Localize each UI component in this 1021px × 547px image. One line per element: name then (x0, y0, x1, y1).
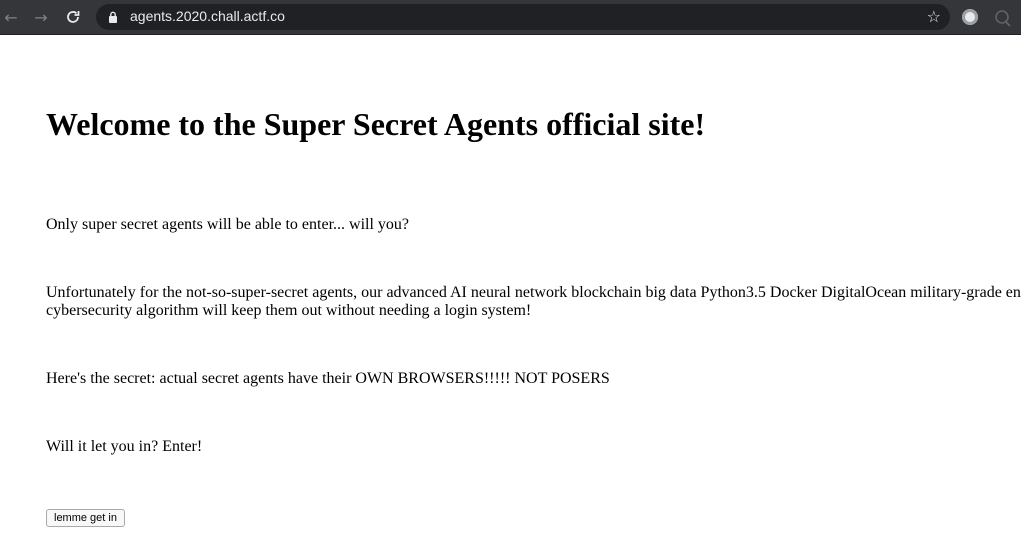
extension-icon[interactable] (962, 9, 978, 25)
page-content: Welcome to the Super Secret Agents offic… (0, 36, 1021, 547)
description-line-1: Unfortunately for the not-so-super-secre… (46, 284, 1021, 301)
forward-arrow-icon[interactable]: → (30, 6, 52, 28)
browser-toolbar: ← → agents.2020.chall.actf.co ☆ (0, 0, 1021, 35)
page-heading: Welcome to the Super Secret Agents offic… (46, 106, 706, 142)
enter-prompt: Will it let you in? Enter! (46, 438, 203, 455)
enter-button[interactable]: lemme get in (46, 509, 125, 527)
reload-icon-graphic (67, 11, 80, 23)
reload-icon[interactable] (62, 6, 84, 28)
profile-extension-icon[interactable] (994, 9, 1012, 27)
intro-paragraph: Only super secret agents will be able to… (46, 216, 410, 233)
bookmark-star-icon[interactable]: ☆ (927, 7, 941, 26)
address-bar[interactable]: agents.2020.chall.actf.co ☆ (96, 4, 950, 30)
url-text[interactable]: agents.2020.chall.actf.co (130, 8, 285, 24)
secret-paragraph: Here's the secret: actual secret agents … (46, 370, 610, 387)
back-arrow-icon[interactable]: ← (0, 6, 22, 28)
description-paragraph: Unfortunately for the not-so-super-secre… (46, 284, 1021, 320)
description-line-2: cybersecurity algorithm will keep them o… (46, 302, 532, 319)
lock-icon (109, 11, 117, 23)
